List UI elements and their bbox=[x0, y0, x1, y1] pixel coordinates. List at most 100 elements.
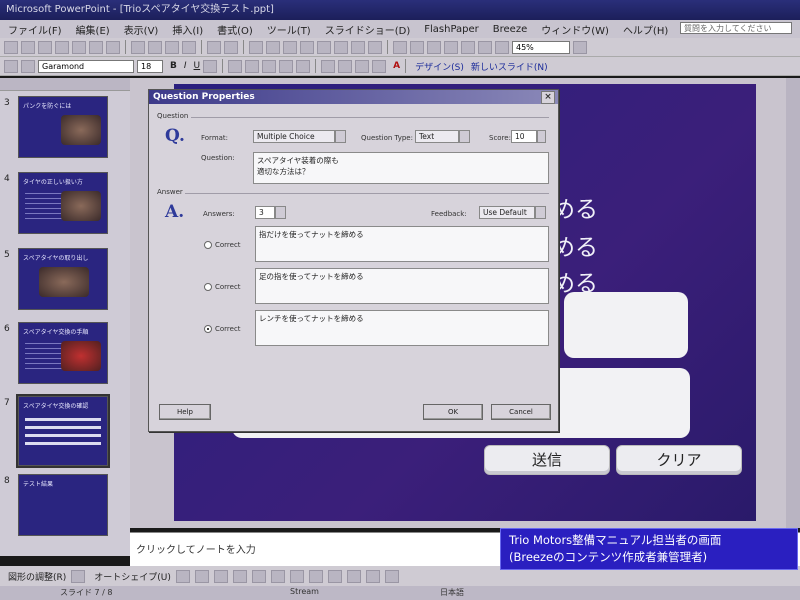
slide-thumb-row-selected[interactable]: 7 スペアタイヤ交換の確認 bbox=[0, 394, 130, 468]
breeze-publish-icon[interactable] bbox=[427, 40, 441, 54]
menu-slideshow[interactable]: スライドショー(D) bbox=[325, 22, 411, 37]
answer-textarea[interactable]: 指だけを使ってナットを締める bbox=[255, 226, 549, 262]
undo-icon[interactable] bbox=[207, 40, 221, 54]
feedback-select[interactable]: Use Default bbox=[479, 206, 535, 219]
menu-breeze[interactable]: Breeze bbox=[493, 24, 527, 35]
open-icon[interactable] bbox=[21, 40, 35, 54]
oval-icon[interactable] bbox=[232, 569, 247, 583]
tables-borders-icon[interactable] bbox=[283, 40, 297, 54]
breeze-quiz-icon[interactable] bbox=[444, 40, 458, 54]
slide-thumbnail[interactable]: スペアタイヤ交換の手順 bbox=[18, 322, 108, 384]
align-left-icon[interactable] bbox=[228, 59, 243, 73]
answer-textarea[interactable]: 足の指を使ってナットを締める bbox=[255, 268, 549, 304]
pane-tabs[interactable] bbox=[0, 78, 130, 91]
task-pane-icon[interactable] bbox=[4, 59, 18, 73]
arrow-icon[interactable] bbox=[194, 569, 209, 583]
clear-button[interactable]: クリア bbox=[616, 445, 742, 475]
slide-thumbnail[interactable]: パンクを防ぐには bbox=[18, 96, 108, 158]
menu-window[interactable]: ウィンドウ(W) bbox=[541, 22, 609, 37]
color-grayscale-icon[interactable] bbox=[368, 40, 382, 54]
menu-tools[interactable]: ツール(T) bbox=[267, 22, 311, 37]
redo-icon[interactable] bbox=[224, 40, 238, 54]
dialog-titlebar[interactable]: Question Properties × bbox=[149, 90, 558, 104]
bold-button[interactable]: B bbox=[170, 61, 177, 71]
menu-edit[interactable]: 編集(E) bbox=[76, 22, 110, 37]
answer-textarea[interactable]: レンチを使ってナットを締める bbox=[255, 310, 549, 346]
font-icon[interactable] bbox=[21, 59, 35, 73]
clipart-icon[interactable] bbox=[308, 569, 323, 583]
insert-chart-icon[interactable] bbox=[249, 40, 263, 54]
help-icon[interactable] bbox=[573, 40, 587, 54]
align-right-icon[interactable] bbox=[262, 59, 277, 73]
draw-menu-button[interactable]: 図形の調整(R) bbox=[8, 570, 66, 583]
insert-table-icon[interactable] bbox=[266, 40, 280, 54]
slide-thumb-row[interactable]: 3 パンクを防ぐには bbox=[0, 96, 130, 162]
score-input[interactable]: 10 bbox=[511, 130, 537, 143]
flashpaper-icon[interactable] bbox=[393, 40, 407, 54]
new-slide-button[interactable]: 新しいスライド(N) bbox=[471, 60, 548, 73]
slide-thumbnail[interactable]: タイヤの正しい扱い方 bbox=[18, 172, 108, 234]
wordart-icon[interactable] bbox=[270, 569, 285, 583]
rectangle-icon[interactable] bbox=[213, 569, 228, 583]
slide-thumb-row[interactable]: 6 スペアタイヤ交換の手順 bbox=[0, 322, 130, 388]
question-type-select[interactable]: Text bbox=[415, 130, 459, 143]
expand-icon[interactable] bbox=[317, 40, 331, 54]
textbox-icon[interactable] bbox=[251, 569, 266, 583]
vertical-scrollbar[interactable] bbox=[786, 78, 800, 528]
preview-icon[interactable] bbox=[106, 40, 120, 54]
breeze-audio-icon[interactable] bbox=[461, 40, 475, 54]
correct-radio[interactable] bbox=[204, 283, 212, 291]
decrease-font-icon[interactable] bbox=[338, 59, 353, 73]
new-icon[interactable] bbox=[4, 40, 18, 54]
cut-icon[interactable] bbox=[131, 40, 145, 54]
numbering-icon[interactable] bbox=[279, 59, 294, 73]
permission-icon[interactable] bbox=[55, 40, 69, 54]
question-textarea[interactable]: スペアタイヤ装着の際も 適切な方法は？ bbox=[253, 152, 549, 184]
slide-thumbnail[interactable]: スペアタイヤの取り出し bbox=[18, 248, 108, 310]
slide-thumbnail[interactable]: スペアタイヤ交換の確認 bbox=[16, 394, 110, 468]
align-center-icon[interactable] bbox=[245, 59, 260, 73]
font-size-select[interactable]: 18 bbox=[137, 59, 163, 73]
bullets-icon[interactable] bbox=[296, 59, 311, 73]
print-icon[interactable] bbox=[89, 40, 103, 54]
cancel-button[interactable]: Cancel bbox=[491, 404, 551, 420]
hyperlink-icon[interactable] bbox=[300, 40, 314, 54]
breeze-preview-icon[interactable] bbox=[495, 40, 509, 54]
help-search-input[interactable]: 質問を入力してください bbox=[680, 22, 792, 34]
chevron-down-icon[interactable] bbox=[535, 206, 546, 219]
menu-view[interactable]: 表示(V) bbox=[124, 22, 159, 37]
font-select[interactable]: Garamond bbox=[38, 59, 134, 73]
decrease-indent-icon[interactable] bbox=[355, 59, 370, 73]
design-button[interactable]: デザイン(S) bbox=[415, 60, 464, 73]
grid-icon[interactable] bbox=[351, 40, 365, 54]
show-formatting-icon[interactable] bbox=[334, 40, 348, 54]
chevron-down-icon[interactable] bbox=[335, 130, 346, 143]
chevron-down-icon[interactable] bbox=[275, 206, 286, 219]
increase-indent-icon[interactable] bbox=[372, 59, 387, 73]
select-pointer-icon[interactable] bbox=[71, 569, 86, 583]
answer-box[interactable] bbox=[564, 292, 688, 358]
underline-button[interactable]: U bbox=[194, 61, 201, 71]
font-color-button[interactable]: A bbox=[393, 61, 400, 71]
diagram-icon[interactable] bbox=[289, 569, 304, 583]
notes-placeholder[interactable]: クリックしてノートを入力 bbox=[136, 541, 256, 556]
menu-help[interactable]: ヘルプ(H) bbox=[623, 22, 668, 37]
menu-insert[interactable]: 挿入(I) bbox=[172, 22, 203, 37]
format-painter-icon[interactable] bbox=[182, 40, 196, 54]
close-icon[interactable]: × bbox=[541, 91, 555, 104]
correct-radio[interactable] bbox=[204, 241, 212, 249]
menu-file[interactable]: ファイル(F) bbox=[8, 22, 62, 37]
picture-icon[interactable] bbox=[327, 569, 342, 583]
email-icon[interactable] bbox=[72, 40, 86, 54]
increase-font-icon[interactable] bbox=[321, 59, 336, 73]
save-icon[interactable] bbox=[38, 40, 52, 54]
correct-radio-selected[interactable] bbox=[204, 325, 212, 333]
ok-button[interactable]: OK bbox=[423, 404, 483, 420]
zoom-select[interactable]: 45% bbox=[512, 40, 570, 54]
chevron-down-icon[interactable] bbox=[459, 130, 470, 143]
line-color-icon[interactable] bbox=[365, 569, 380, 583]
menu-format[interactable]: 書式(O) bbox=[217, 22, 253, 37]
menu-flashpaper[interactable]: FlashPaper bbox=[424, 24, 479, 35]
paste-icon[interactable] bbox=[165, 40, 179, 54]
submit-button[interactable]: 送信 bbox=[484, 445, 610, 475]
